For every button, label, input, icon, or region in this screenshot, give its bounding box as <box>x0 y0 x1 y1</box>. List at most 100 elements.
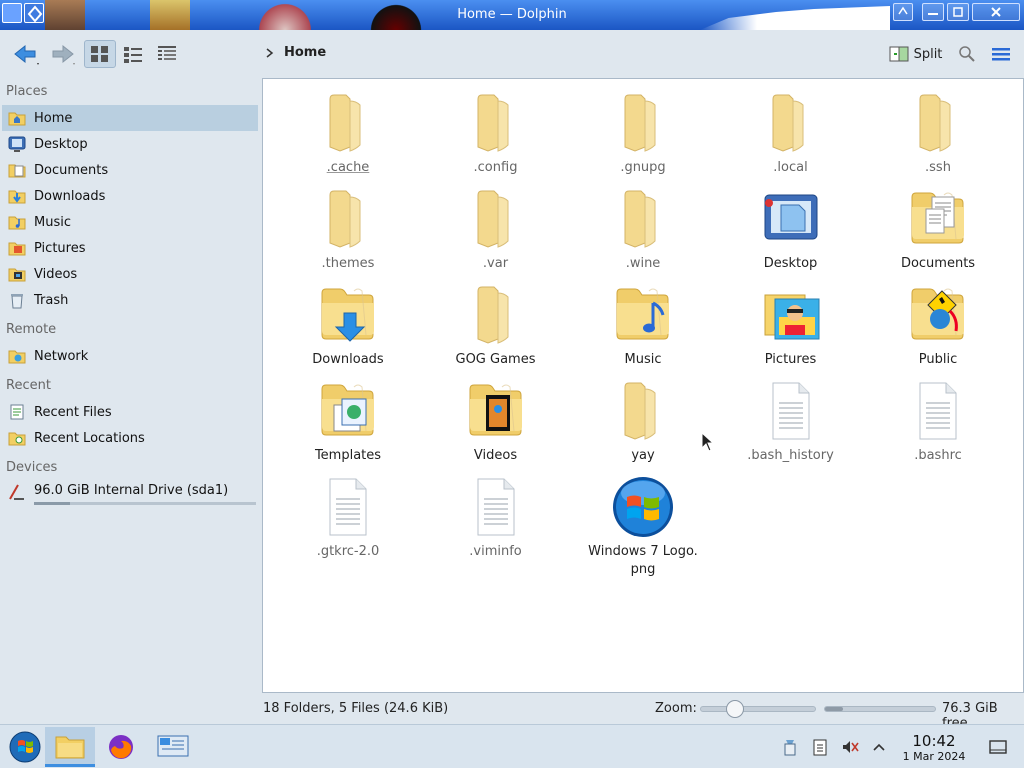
zoom-slider[interactable] <box>700 700 816 718</box>
sidebar-item-music[interactable]: Music <box>2 209 258 235</box>
file-name: .viminfo <box>469 544 522 559</box>
file-item[interactable]: Videos <box>426 379 566 465</box>
pin-button[interactable] <box>893 3 913 21</box>
file-item[interactable]: .viminfo <box>426 475 566 561</box>
minimize-button[interactable] <box>922 3 944 21</box>
back-button[interactable] <box>8 40 44 68</box>
file-item[interactable]: .gtkrc-2.0 <box>278 475 418 561</box>
show-desktop-icon[interactable] <box>988 737 1008 757</box>
sidebar-item-network[interactable]: Network <box>2 343 258 369</box>
sidebar-item-downloads[interactable]: Downloads <box>2 183 258 209</box>
file-item[interactable]: .wine <box>573 187 713 273</box>
split-label: Split <box>913 46 943 62</box>
downloads-icon <box>8 190 26 204</box>
sidebar-item-videos[interactable]: Videos <box>2 261 258 287</box>
file-item[interactable]: Windows 7 Logo. png <box>573 475 713 579</box>
sidebar-item-label: Home <box>34 110 73 126</box>
sidebar-item-home[interactable]: Home <box>2 105 258 131</box>
sidebar-item-pictures[interactable]: Pictures <box>2 235 258 261</box>
tray-expand-icon[interactable] <box>869 737 889 757</box>
compact-view-button[interactable] <box>118 40 148 68</box>
hamburger-menu-button[interactable] <box>988 40 1014 68</box>
updates-tray-icon[interactable] <box>780 737 800 757</box>
window-titlebar[interactable]: Home — Dolphin <box>0 0 1024 30</box>
sidebar-item-label: Recent Locations <box>34 430 145 446</box>
zoom-label: Zoom: <box>655 701 697 716</box>
icons-view-button[interactable] <box>84 40 116 68</box>
details-view-button[interactable] <box>152 40 182 68</box>
file-name: Desktop <box>763 256 818 271</box>
section-title-recent: Recent <box>6 378 51 393</box>
file-name: .gnupg <box>620 160 666 175</box>
file-item[interactable]: Downloads <box>278 283 418 369</box>
start-button[interactable] <box>0 727 50 767</box>
close-button[interactable] <box>972 3 1020 21</box>
folder-icon <box>316 187 380 251</box>
clipboard-tray-icon[interactable] <box>810 737 830 757</box>
file-item[interactable]: Desktop <box>721 187 861 273</box>
file-item[interactable]: GOG Games <box>426 283 566 369</box>
file-item[interactable]: .gnupg <box>573 91 713 177</box>
split-button[interactable]: Split <box>886 40 944 68</box>
file-name: .gtkrc-2.0 <box>316 544 380 559</box>
breadcrumb[interactable]: Home <box>264 45 326 60</box>
file-item[interactable]: Documents <box>868 187 1008 273</box>
split-view-icon <box>889 46 909 62</box>
taskbar-system-settings[interactable] <box>148 727 198 767</box>
file-item[interactable]: .var <box>426 187 566 273</box>
clock[interactable]: 10:42 1 Mar 2024 <box>895 732 973 763</box>
file-item[interactable]: .config <box>426 91 566 177</box>
volume-muted-tray-icon[interactable] <box>840 737 860 757</box>
windows-start-icon <box>9 731 41 763</box>
forward-button[interactable] <box>44 40 80 68</box>
forward-arrow-icon <box>52 44 75 65</box>
sidebar-item-desktop[interactable]: Desktop <box>2 131 258 157</box>
breadcrumb-home[interactable]: Home <box>284 45 326 60</box>
file-item[interactable]: Templates <box>278 379 418 465</box>
file-item[interactable]: .local <box>721 91 861 177</box>
file-name: Music <box>624 352 662 367</box>
file-item[interactable]: yay <box>573 379 713 465</box>
chevron-right-icon <box>266 47 274 58</box>
file-item[interactable]: .bash_history <box>721 379 861 465</box>
taskbar-firefox[interactable] <box>96 727 146 767</box>
file-item[interactable]: .themes <box>278 187 418 273</box>
sidebar-item-trash[interactable]: Trash <box>2 287 258 313</box>
file-item[interactable]: Music <box>573 283 713 369</box>
file-name: Downloads <box>312 352 384 367</box>
folder-downloads-icon <box>316 283 380 347</box>
file-item[interactable]: .ssh <box>868 91 1008 177</box>
sidebar-item-recent-files[interactable]: Recent Files <box>2 399 258 425</box>
zoom-slider-handle[interactable] <box>725 700 744 718</box>
text-file-icon <box>316 475 380 539</box>
network-icon <box>8 350 26 364</box>
sidebar-item-recent-locations[interactable]: Recent Locations <box>2 425 258 451</box>
recent-files-icon <box>10 404 24 420</box>
taskbar-dolphin[interactable] <box>45 727 95 767</box>
file-name: .ssh <box>925 160 951 175</box>
taskbar: 10:42 1 Mar 2024 <box>0 724 1024 768</box>
file-item[interactable]: .bashrc <box>868 379 1008 465</box>
folder-icon <box>611 91 675 155</box>
folder-icon <box>906 91 970 155</box>
file-item[interactable]: .cache <box>278 91 418 177</box>
file-item[interactable]: Pictures <box>721 283 861 369</box>
drive-icon <box>9 484 24 500</box>
file-name: .config <box>473 160 518 175</box>
file-view[interactable]: .cache .config .gnupg .local .ssh .themes .var… <box>262 78 1024 693</box>
search-button[interactable] <box>955 40 979 68</box>
search-icon <box>959 46 975 62</box>
sidebar-item-drive[interactable]: 96.0 GiB Internal Drive (sda1) <box>2 480 258 508</box>
folder-icon <box>55 736 85 758</box>
text-file-icon <box>464 475 528 539</box>
sidebar-item-documents[interactable]: Documents <box>2 157 258 183</box>
toolbar: Home Split <box>0 30 1024 78</box>
sidebar-item-label: Videos <box>34 266 78 282</box>
pictures-icon <box>8 242 26 256</box>
text-file-icon <box>759 379 823 443</box>
file-name: .wine <box>625 256 661 271</box>
file-name: .bash_history <box>747 448 834 463</box>
maximize-button[interactable] <box>947 3 969 21</box>
status-summary: 18 Folders, 5 Files (24.6 KiB) <box>263 701 449 716</box>
file-item[interactable]: Public <box>868 283 1008 369</box>
